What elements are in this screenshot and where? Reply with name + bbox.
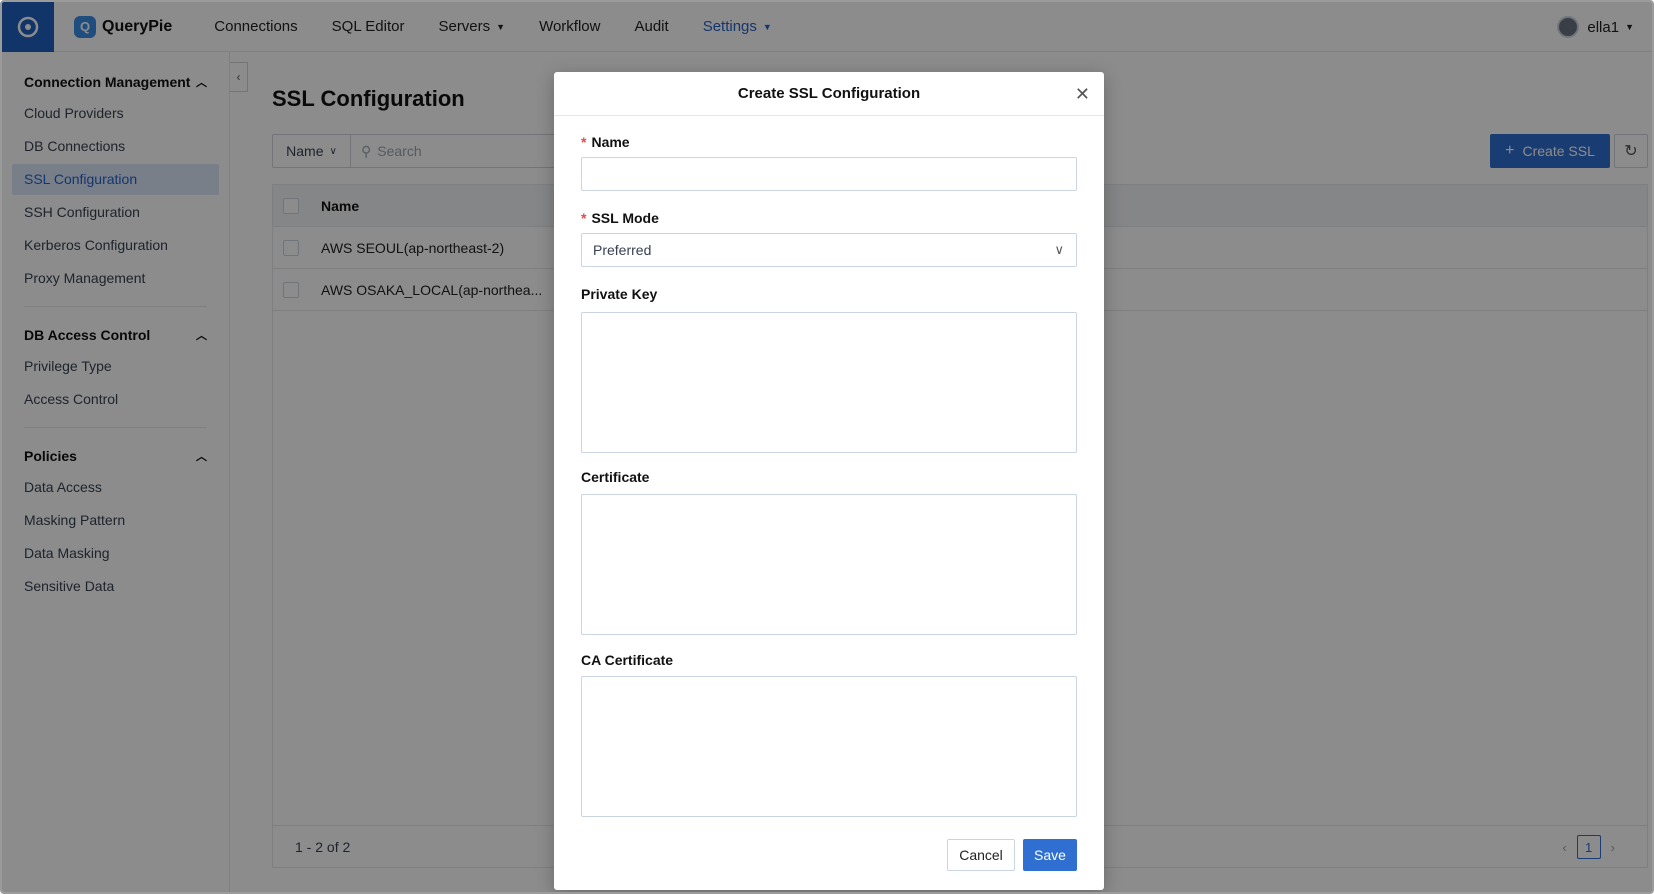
name-label: * Name — [581, 134, 630, 150]
app-window: Q QueryPie Connections SQL Editor Server… — [0, 0, 1654, 894]
private-key-textarea[interactable] — [581, 312, 1077, 453]
chevron-down-icon: ∨ — [1054, 242, 1064, 257]
save-button[interactable]: Save — [1023, 839, 1077, 871]
ssl-mode-value: Preferred — [593, 242, 652, 258]
modal-header: Create SSL Configuration ✕ — [554, 72, 1104, 116]
required-marker: * — [581, 134, 587, 150]
ca-certificate-textarea[interactable] — [581, 676, 1077, 817]
ssl-mode-label: * SSL Mode — [581, 210, 659, 226]
name-input[interactable] — [581, 157, 1077, 191]
create-ssl-modal: Create SSL Configuration ✕ * Name * SSL Mo… — [554, 72, 1104, 890]
ssl-mode-label-text: SSL Mode — [591, 210, 659, 226]
cancel-button[interactable]: Cancel — [947, 839, 1015, 871]
name-label-text: Name — [591, 134, 630, 150]
required-marker: * — [581, 210, 587, 226]
modal-title: Create SSL Configuration — [737, 85, 921, 102]
ssl-mode-select[interactable]: Preferred ∨ — [581, 233, 1077, 267]
certificate-textarea[interactable] — [581, 494, 1077, 635]
private-key-label: Private Key — [581, 286, 658, 302]
close-icon[interactable]: ✕ — [1075, 84, 1090, 105]
certificate-label: Certificate — [581, 469, 650, 485]
ca-certificate-label: CA Certificate — [581, 652, 674, 668]
